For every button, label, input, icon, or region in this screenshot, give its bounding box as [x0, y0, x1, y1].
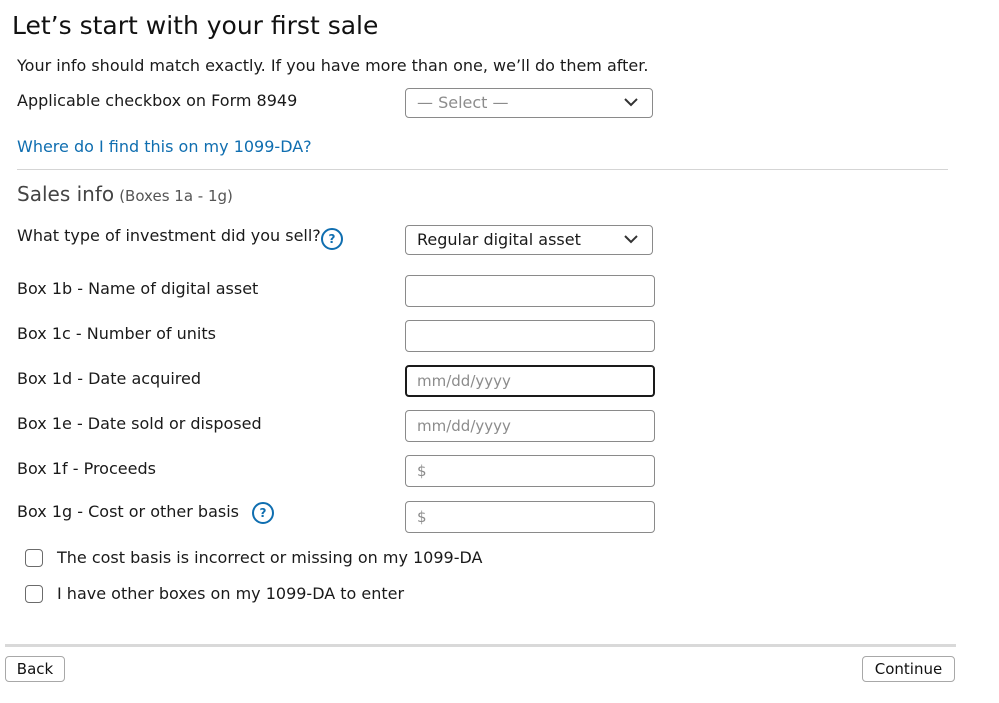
investment-type-label: What type of investment did you sell?: [17, 226, 321, 245]
box-1c-label: Box 1c - Number of units: [17, 324, 216, 343]
help-circle-icon[interactable]: ?: [321, 228, 343, 250]
box-1b-input[interactable]: [405, 275, 655, 307]
form8949-select[interactable]: — Select —: [405, 88, 653, 118]
sales-info-subtitle: (Boxes 1a - 1g): [119, 187, 233, 205]
other-boxes-checkbox[interactable]: [25, 585, 43, 603]
chevron-down-icon: [624, 98, 638, 107]
box-1d-date-input[interactable]: [405, 365, 655, 397]
back-button[interactable]: Back: [5, 656, 65, 682]
investment-type-select-value: Regular digital asset: [417, 230, 581, 249]
box-1d-label: Box 1d - Date acquired: [17, 369, 202, 388]
box-1g-cost-basis-input[interactable]: [405, 501, 655, 533]
sales-info-heading: Sales info (Boxes 1a - 1g): [17, 182, 233, 206]
section-divider: [17, 169, 948, 170]
find-on-1099da-link[interactable]: Where do I find this on my 1099-DA?: [17, 137, 312, 156]
box-1f-proceeds-input[interactable]: [405, 455, 655, 487]
continue-button[interactable]: Continue: [862, 656, 955, 682]
footer-divider: [5, 644, 956, 647]
form8949-label: Applicable checkbox on Form 8949: [17, 91, 298, 110]
box-1b-label: Box 1b - Name of digital asset: [17, 279, 259, 298]
page-subtitle: Your info should match exactly. If you h…: [17, 56, 649, 75]
other-boxes-label[interactable]: I have other boxes on my 1099-DA to ente…: [57, 584, 404, 603]
chevron-down-icon: [624, 235, 638, 244]
box-1g-label: Box 1g - Cost or other basis: [17, 502, 240, 521]
box-1c-input[interactable]: [405, 320, 655, 352]
page-title: Let’s start with your first sale: [12, 11, 379, 40]
help-circle-icon[interactable]: ?: [252, 502, 274, 524]
sales-info-title: Sales info: [17, 182, 115, 206]
investment-type-select[interactable]: Regular digital asset: [405, 225, 653, 255]
box-1e-date-input[interactable]: [405, 410, 655, 442]
cost-basis-incorrect-checkbox[interactable]: [25, 549, 43, 567]
form8949-select-value: — Select —: [417, 93, 509, 112]
box-1f-label: Box 1f - Proceeds: [17, 459, 156, 478]
cost-basis-incorrect-label[interactable]: The cost basis is incorrect or missing o…: [57, 548, 482, 567]
box-1e-label: Box 1e - Date sold or disposed: [17, 414, 262, 433]
